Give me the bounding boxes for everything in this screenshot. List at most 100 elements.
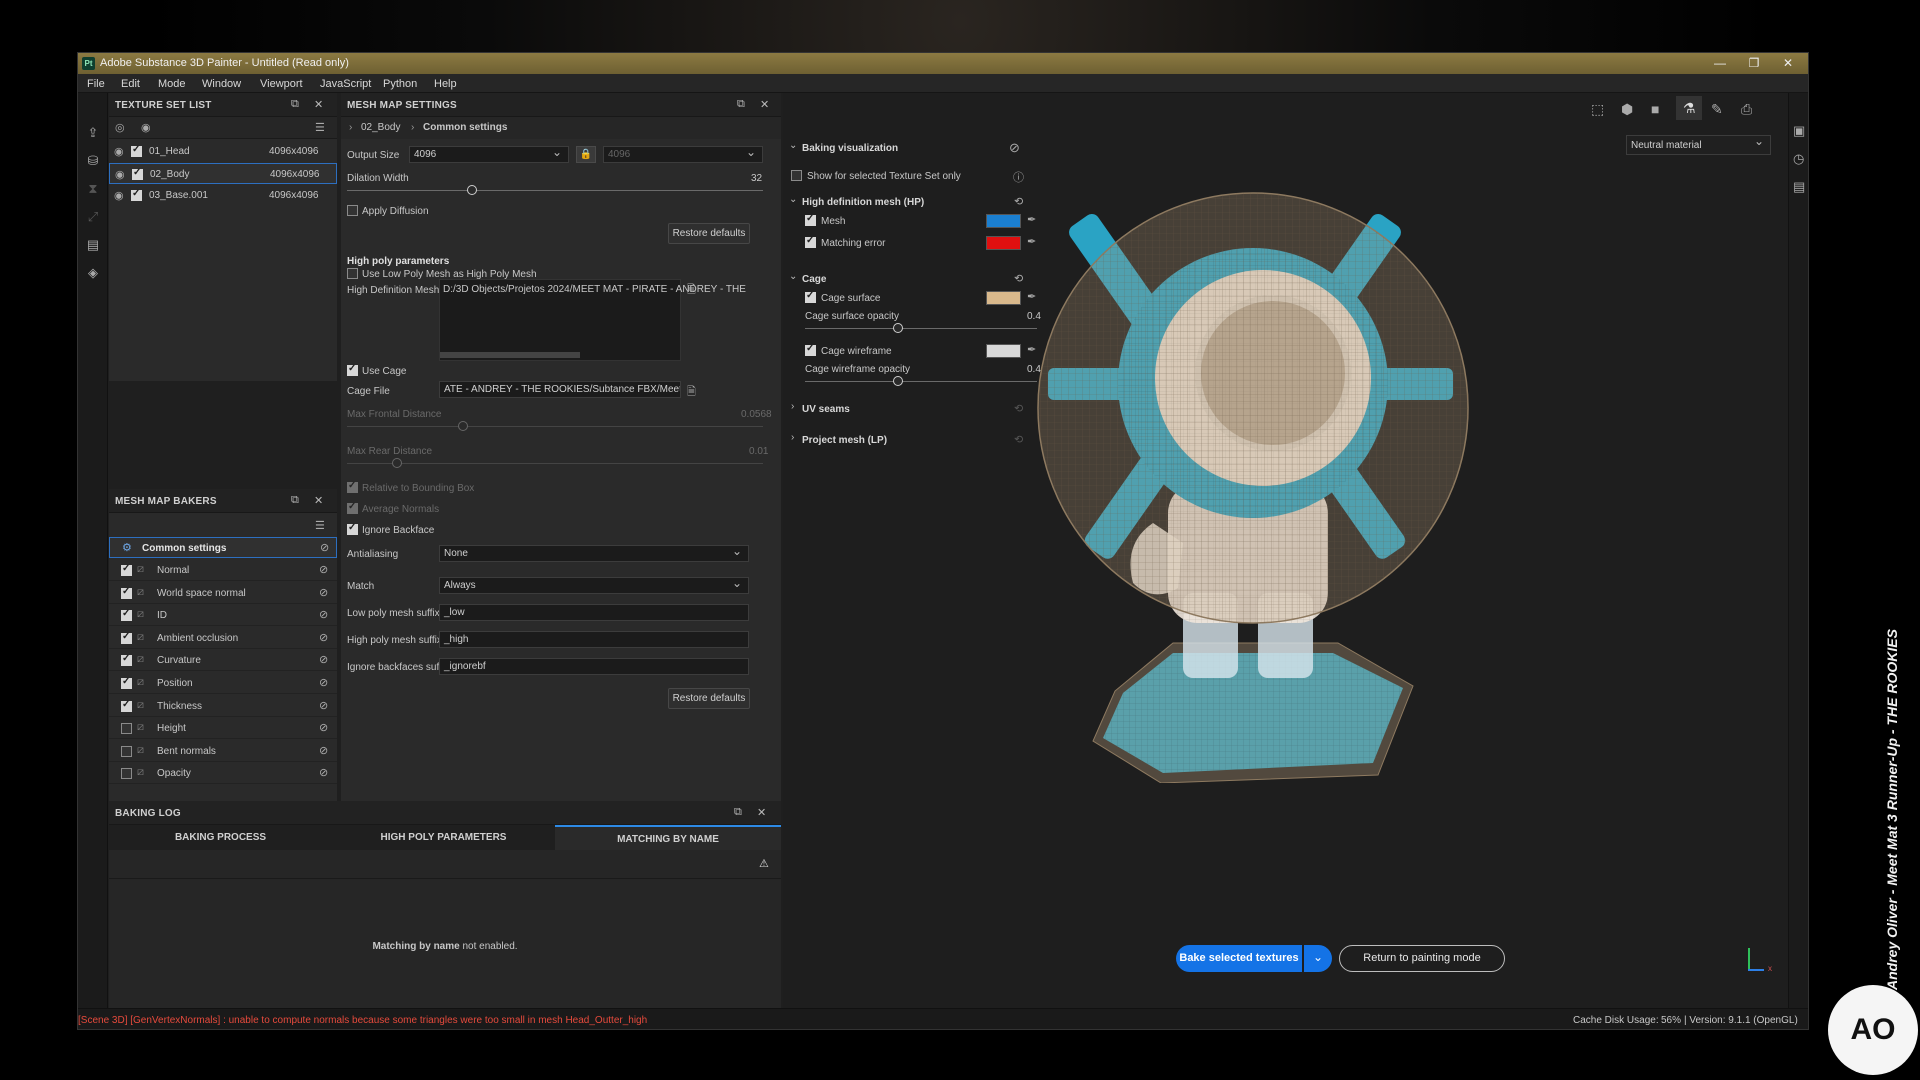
- menu-file[interactable]: File: [87, 78, 105, 90]
- material-select[interactable]: Neutral material: [1626, 135, 1771, 155]
- selection-icon[interactable]: ⬚: [1591, 101, 1604, 118]
- eye-icon[interactable]: ◉: [115, 168, 125, 181]
- eye-icon[interactable]: ◉: [114, 145, 124, 158]
- reset-icon[interactable]: ⟲: [1014, 195, 1023, 208]
- cage-file-field[interactable]: ATE - ANDREY - THE ROOKIES/Subtance FBX/…: [439, 381, 681, 398]
- cage-surface-opacity-slider[interactable]: [805, 323, 1037, 333]
- menu-help[interactable]: Help: [434, 78, 457, 90]
- eye-icon[interactable]: ◉: [114, 189, 124, 202]
- baker-checkbox[interactable]: [121, 631, 132, 644]
- menu-viewport[interactable]: Viewport: [260, 78, 303, 90]
- match-select[interactable]: Always: [439, 577, 749, 594]
- ignore-backface-checkbox[interactable]: [347, 522, 358, 535]
- slider-knob[interactable]: [892, 376, 903, 386]
- texture-set-row[interactable]: ◉ 01_Head 4096x4096: [109, 141, 337, 162]
- texture-set-row[interactable]: ◉ 02_Body 4096x4096: [109, 163, 337, 184]
- relative-bbox-checkbox[interactable]: [347, 480, 358, 493]
- shelf-icon[interactable]: ⛁: [85, 153, 101, 169]
- tab-baking-process[interactable]: BAKING PROCESS: [109, 825, 332, 850]
- show-selected-checkbox[interactable]: [791, 170, 802, 181]
- history-icon[interactable]: ◷: [1793, 151, 1804, 167]
- baker-row[interactable]: ⧄ Opacity ⊘: [109, 763, 337, 785]
- menu-window[interactable]: Window: [202, 78, 241, 90]
- menu-edit[interactable]: Edit: [121, 78, 140, 90]
- slider-knob[interactable]: [892, 323, 903, 333]
- hd-meshes-list[interactable]: D:/3D Objects/Projetos 2024/MEET MAT - P…: [439, 279, 746, 361]
- file-icon[interactable]: 🗎: [687, 383, 696, 402]
- export-icon[interactable]: ⇪: [85, 125, 101, 141]
- eye-off-icon[interactable]: ⊘: [1009, 140, 1020, 156]
- document-icon[interactable]: ▤: [85, 237, 101, 253]
- close-panel-icon[interactable]: ✕: [757, 806, 766, 819]
- baker-checkbox[interactable]: [121, 699, 132, 712]
- link-icon[interactable]: ⊘: [319, 766, 328, 779]
- average-normals-checkbox[interactable]: [347, 501, 358, 514]
- reset-icon[interactable]: ⟲: [1014, 433, 1023, 446]
- dilation-width-slider[interactable]: [347, 185, 763, 195]
- restore-defaults-button-2[interactable]: Restore defaults: [668, 688, 750, 709]
- menu-mode[interactable]: Mode: [158, 78, 186, 90]
- texture-set-checkbox[interactable]: [131, 188, 142, 201]
- screenshot-icon[interactable]: ⎙: [1741, 101, 1752, 118]
- viewport[interactable]: ⬚ ⬢ ■ ⚗ ✎ ⎙ Neutral material ⌄ Baking vi…: [783, 93, 1788, 1008]
- baker-row[interactable]: ⧄ Thickness ⊘: [109, 696, 337, 717]
- float-panel-icon[interactable]: ⧉: [291, 494, 299, 507]
- link-icon[interactable]: ⊘: [319, 563, 328, 576]
- texture-set-checkbox[interactable]: [132, 167, 143, 180]
- baker-checkbox[interactable]: [121, 745, 132, 757]
- tab-matching-by-name[interactable]: MATCHING BY NAME: [555, 825, 781, 850]
- baker-checkbox[interactable]: [121, 563, 132, 576]
- cage-wireframe-opacity-slider[interactable]: [805, 376, 1037, 386]
- menu-javascript[interactable]: JavaScript: [320, 78, 371, 90]
- baker-row[interactable]: ⧄ Height ⊘: [109, 718, 337, 740]
- minimize-button[interactable]: —: [1708, 55, 1732, 72]
- link-icon[interactable]: ⊘: [319, 631, 328, 644]
- cage-wireframe-color-swatch[interactable]: [986, 344, 1021, 358]
- baker-row[interactable]: ⧄ World space normal ⊘: [109, 583, 337, 604]
- display-icon[interactable]: ▣: [1793, 123, 1805, 139]
- output-size-select[interactable]: 4096: [409, 146, 569, 163]
- matching-error-checkbox[interactable]: [805, 235, 816, 248]
- matching-error-color-swatch[interactable]: [986, 236, 1021, 250]
- chevron-down-icon[interactable]: ⌄: [789, 271, 797, 282]
- cage-surface-color-swatch[interactable]: [986, 291, 1021, 305]
- brush-icon[interactable]: ✎: [1711, 101, 1723, 118]
- mesh-color-swatch[interactable]: [986, 214, 1021, 228]
- float-panel-icon[interactable]: ⧉: [734, 806, 742, 819]
- output-size-linked-select[interactable]: 4096: [603, 146, 763, 163]
- slider-knob[interactable]: [458, 421, 469, 431]
- breadcrumb-set[interactable]: 02_Body: [361, 122, 400, 133]
- reset-icon[interactable]: ⟲: [1014, 402, 1023, 415]
- link-icon[interactable]: ⊘: [319, 676, 328, 689]
- baker-row[interactable]: ⧄ Normal ⊘: [109, 560, 337, 581]
- max-frontal-slider[interactable]: [347, 421, 763, 431]
- slider-knob[interactable]: [391, 458, 402, 468]
- float-panel-icon[interactable]: ⧉: [291, 98, 299, 111]
- max-rear-slider[interactable]: [347, 458, 763, 468]
- lock-icon[interactable]: 🔒: [576, 146, 596, 163]
- tab-high-poly-parameters[interactable]: HIGH POLY PARAMETERS: [332, 825, 555, 850]
- mesh-checkbox[interactable]: [805, 213, 816, 226]
- slider-knob[interactable]: [466, 185, 477, 195]
- baker-checkbox[interactable]: [121, 608, 132, 622]
- bake-options-dropdown[interactable]: ⌄: [1304, 945, 1332, 972]
- bake-selected-button[interactable]: Bake selected textures: [1176, 945, 1302, 972]
- link-icon[interactable]: ⊘: [319, 721, 328, 734]
- link-icon[interactable]: ⊘: [319, 653, 328, 666]
- close-panel-icon[interactable]: ✕: [314, 98, 323, 111]
- chevron-right-icon[interactable]: ›: [791, 432, 794, 443]
- properties-icon[interactable]: ▤: [1793, 179, 1805, 195]
- baker-checkbox[interactable]: [121, 653, 132, 667]
- ignore-bf-suffix-input[interactable]: _ignorebf: [439, 658, 749, 675]
- baker-checkbox[interactable]: [121, 723, 132, 735]
- baker-row[interactable]: ⧄ Curvature ⊘: [109, 650, 337, 672]
- baker-row[interactable]: ⧄ Position ⊘: [109, 673, 337, 694]
- menu-icon[interactable]: ☰: [315, 519, 325, 532]
- chevron-down-icon[interactable]: ⌄: [789, 194, 797, 205]
- use-cage-checkbox[interactable]: [347, 363, 358, 376]
- baker-checkbox[interactable]: [121, 586, 132, 599]
- menu-python[interactable]: Python: [383, 78, 417, 90]
- link-icon[interactable]: ⊘: [319, 586, 328, 599]
- chevron-down-icon[interactable]: ⌄: [789, 140, 797, 151]
- resize-icon[interactable]: ⤢: [85, 209, 101, 225]
